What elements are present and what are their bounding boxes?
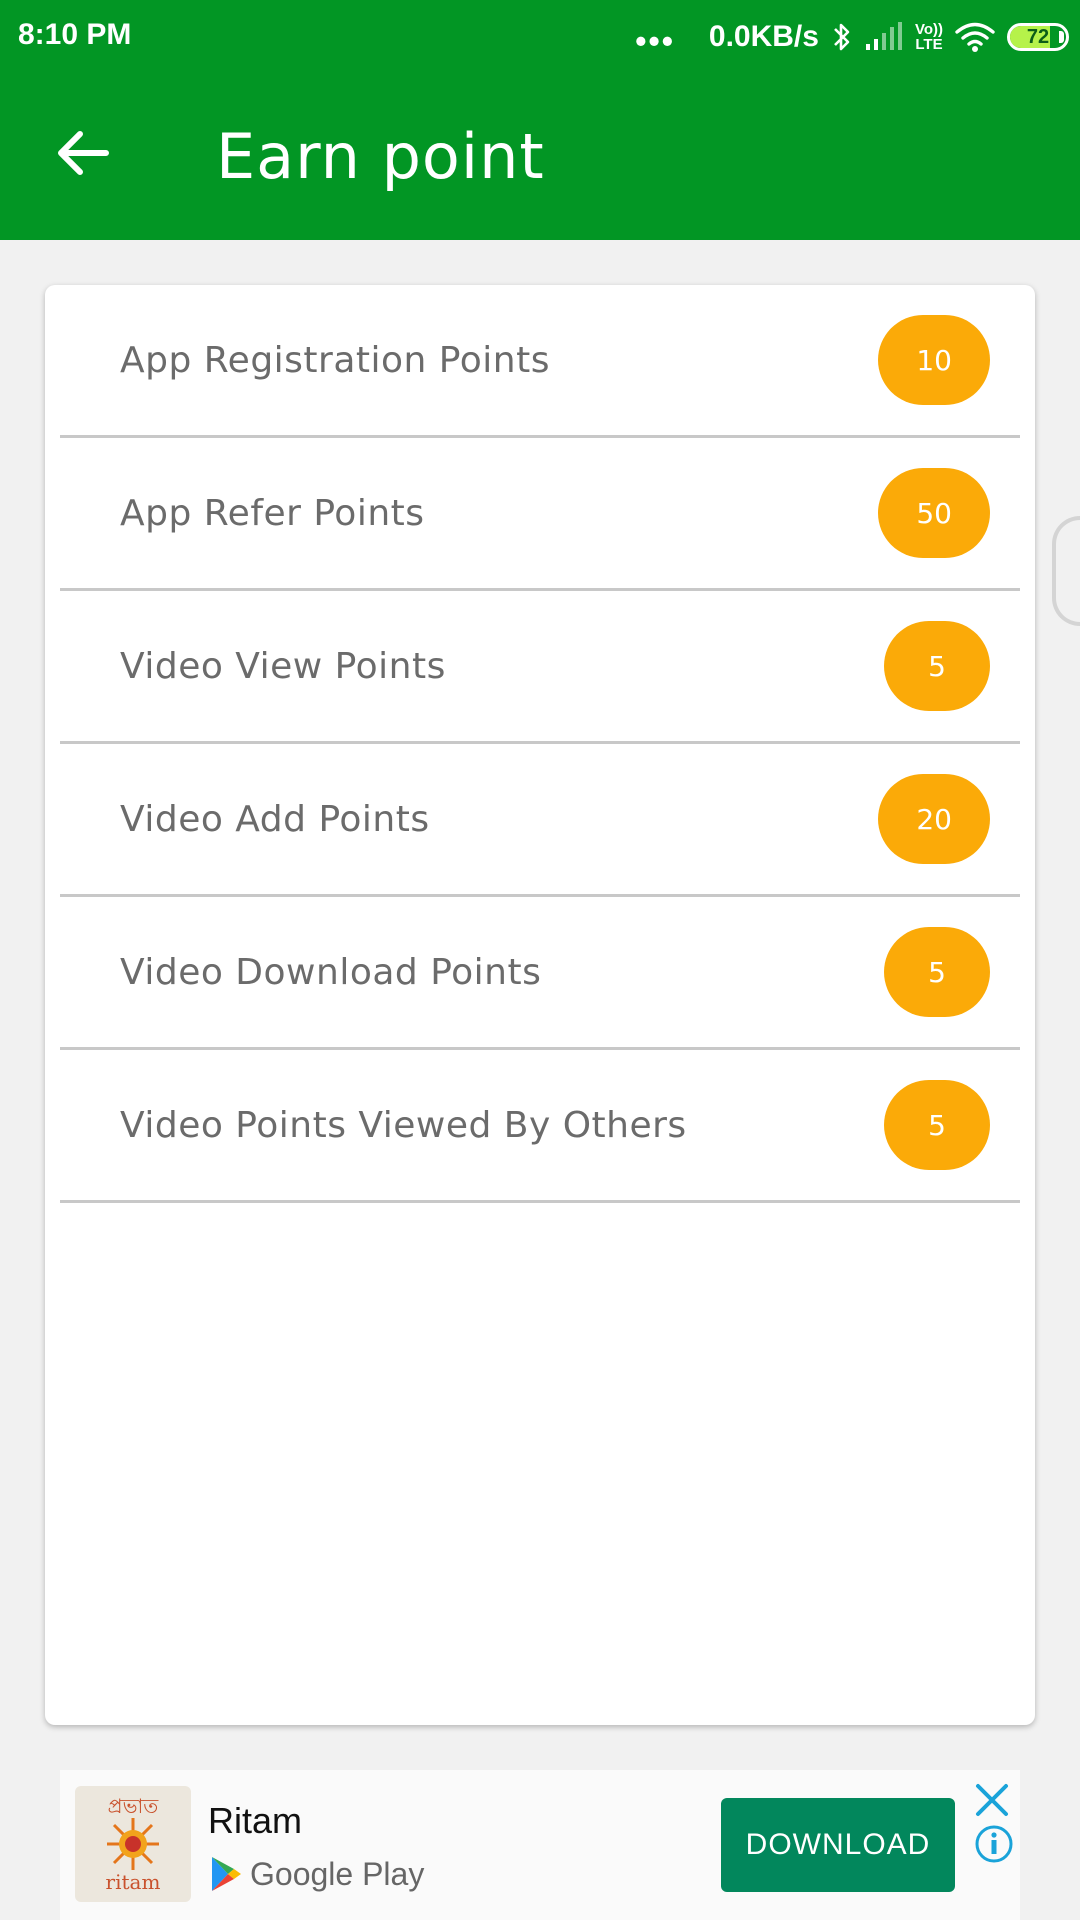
points-badge: 10 (878, 315, 990, 405)
close-icon (976, 1784, 1008, 1816)
points-badge: 20 (878, 774, 990, 864)
wifi-icon (955, 21, 995, 53)
points-list-item[interactable]: Video Download Points 5 (60, 897, 1020, 1050)
points-badge: 50 (878, 468, 990, 558)
points-item-label: App Refer Points (120, 492, 425, 534)
back-button[interactable] (52, 122, 114, 184)
points-list-item[interactable]: App Refer Points 50 (60, 438, 1020, 591)
battery-level: 72 (1026, 25, 1050, 48)
battery-icon: 72 (1007, 23, 1069, 51)
points-badge: 5 (884, 1080, 990, 1170)
points-list: App Registration Points 10 App Refer Point… (60, 285, 1020, 1203)
scroll-handle[interactable] (1052, 516, 1080, 626)
status-icons: ••• 0.0KB/s Vo)) LTE 72 (635, 14, 1069, 60)
sun-logo-icon (107, 1818, 159, 1870)
points-item-label: Video Add Points (120, 798, 430, 840)
points-badge: 5 (884, 927, 990, 1017)
info-icon (975, 1825, 1013, 1863)
points-item-label: Video Points Viewed By Others (120, 1104, 687, 1146)
status-bar: 8:10 PM ••• 0.0KB/s Vo)) LTE 72 (0, 0, 1080, 74)
ad-store-label: Google Play (210, 1852, 424, 1896)
ad-thumb-text-bottom: ritam (105, 1870, 161, 1894)
points-item-label: Video Download Points (120, 951, 542, 993)
ad-app-thumbnail[interactable]: প্রভাত ritam (75, 1786, 191, 1902)
points-badge: 5 (884, 621, 990, 711)
arrow-left-icon (58, 131, 109, 175)
points-list-item[interactable]: Video View Points 5 (60, 591, 1020, 744)
bluetooth-icon (831, 20, 853, 54)
signal-icon (865, 22, 903, 52)
app-bar: 8:10 PM ••• 0.0KB/s Vo)) LTE 72 Earn poi… (0, 0, 1080, 240)
network-speed: 0.0KB/s (708, 20, 819, 53)
ad-app-name[interactable]: Ritam (208, 1800, 302, 1842)
more-dots-icon: ••• (635, 23, 675, 59)
google-play-icon (212, 1857, 241, 1891)
points-list-item[interactable]: Video Add Points 20 (60, 744, 1020, 897)
points-item-label: Video View Points (120, 645, 446, 687)
points-card: App Registration Points 10 App Refer Point… (45, 285, 1035, 1725)
points-item-label: App Registration Points (120, 339, 550, 381)
download-button[interactable]: DOWNLOAD (721, 1798, 955, 1892)
page-title: Earn point (216, 120, 545, 193)
ad-store-name: Google Play (250, 1855, 425, 1892)
points-list-item[interactable]: App Registration Points 10 (60, 285, 1020, 438)
ad-banner[interactable]: প্রভাত ritam Ritam Google Play DOWNLOAD (60, 1770, 1020, 1920)
ad-close-button[interactable] (972, 1780, 1012, 1820)
volte-icon: Vo)) LTE (914, 21, 943, 53)
ad-thumb-text-top: প্রভাত (107, 1794, 159, 1818)
points-list-item[interactable]: Video Points Viewed By Others 5 (60, 1050, 1020, 1203)
status-time: 8:10 PM (18, 18, 132, 51)
ad-info-button[interactable] (974, 1824, 1014, 1864)
